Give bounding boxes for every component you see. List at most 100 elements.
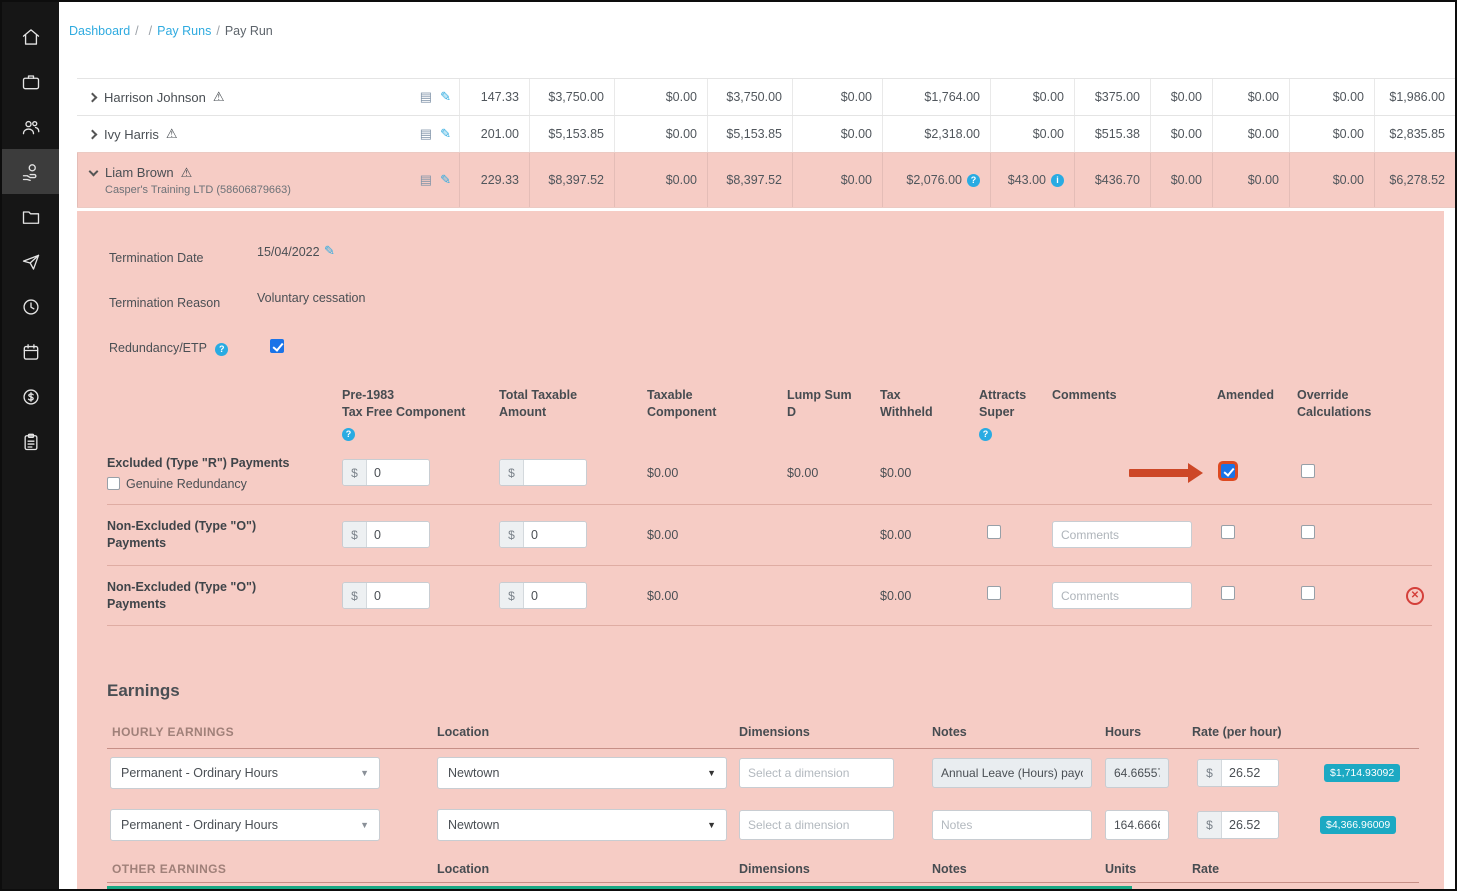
employee-name[interactable]: Ivy Harris: [104, 127, 159, 142]
app-window: Dashboard//Pay Runs/Pay Run Harrison Joh…: [0, 0, 1457, 891]
help-icon[interactable]: ?: [979, 428, 992, 441]
override-calculations-checkbox[interactable]: [1301, 586, 1315, 600]
location-select[interactable]: Newtown ▼: [437, 809, 727, 841]
dimension-input[interactable]: [739, 758, 894, 788]
rate-input[interactable]: [1222, 760, 1278, 786]
header-location: Location: [437, 862, 489, 876]
cell-amount: $5,153.85: [529, 116, 614, 152]
pre1983-input[interactable]: [367, 460, 429, 485]
info-icon[interactable]: i: [1051, 174, 1064, 187]
pay-category-select[interactable]: Permanent - Ordinary Hours▼: [110, 757, 380, 789]
header-amended: Amended: [1217, 387, 1297, 404]
total-taxable-input-group: $: [499, 582, 587, 609]
edit-pencil-icon[interactable]: ✎: [440, 89, 451, 105]
sidebar-item-employees[interactable]: [2, 104, 59, 149]
help-icon[interactable]: ?: [967, 174, 980, 187]
edit-pencil-icon[interactable]: ✎: [324, 243, 335, 259]
sidebar-item-leave[interactable]: [2, 239, 59, 284]
hourly-earning-row: Permanent - Ordinary Hours▼ Newtown▼ $ $…: [77, 809, 1444, 843]
help-icon[interactable]: ?: [215, 343, 228, 356]
sidebar-item-business[interactable]: [2, 59, 59, 104]
sidebar-item-reports[interactable]: [2, 419, 59, 464]
chevron-down-icon: ▼: [360, 820, 369, 830]
sidebar-item-payroll[interactable]: [2, 149, 59, 194]
chevron-down-icon: ▼: [707, 820, 716, 830]
etp-row-excluded-r: Excluded (Type "R") Payments Genuine Red…: [107, 442, 1432, 505]
override-calculations-checkbox[interactable]: [1301, 464, 1315, 478]
total-taxable-input[interactable]: [524, 522, 586, 547]
comments-input[interactable]: [1052, 582, 1192, 609]
rate-input[interactable]: [1222, 812, 1278, 838]
notes-input[interactable]: [932, 810, 1092, 840]
dimension-input[interactable]: [739, 810, 894, 840]
etp-header-row: Pre-1983Tax Free Component? Total Taxabl…: [107, 387, 1432, 442]
hours-input[interactable]: [1105, 758, 1169, 788]
total-taxable-input[interactable]: [524, 583, 586, 608]
edit-pencil-icon[interactable]: ✎: [440, 126, 451, 142]
employee-row-liam-expanded[interactable]: Liam Brown ⚠ Casper's Training LTD (5860…: [77, 152, 1455, 208]
chevron-down-icon[interactable]: [89, 166, 99, 176]
total-taxable-input[interactable]: [524, 460, 586, 485]
pay-category-value: Permanent - Ordinary Hours: [121, 766, 278, 780]
breadcrumb-pay-runs[interactable]: Pay Runs: [157, 24, 211, 38]
edit-pencil-icon[interactable]: ✎: [440, 172, 451, 188]
cell-amount: $3,750.00: [707, 79, 792, 115]
sidebar-item-billing[interactable]: [2, 374, 59, 419]
genuine-redundancy-checkbox[interactable]: [107, 477, 120, 490]
employee-row-harrison[interactable]: Harrison Johnson ⚠ ▤ ✎ 147.33 $3,750.00 …: [77, 78, 1455, 115]
payroll-hand-icon: [21, 162, 41, 182]
pre1983-input[interactable]: [367, 583, 429, 608]
location-value: Newtown: [448, 818, 499, 832]
pay-slip-grid-icon[interactable]: ▤: [420, 172, 432, 188]
breadcrumb-dashboard[interactable]: Dashboard: [69, 24, 130, 38]
hourly-earning-row: Permanent - Ordinary Hours▼ Newtown▼ $ $…: [77, 757, 1444, 791]
warning-icon: ⚠: [166, 126, 178, 142]
divider: [107, 748, 1419, 749]
pay-slip-grid-icon[interactable]: ▤: [420, 89, 432, 105]
pre1983-input-group: $: [342, 582, 430, 609]
chevron-right-icon[interactable]: [88, 129, 98, 139]
etp-table: Pre-1983Tax Free Component? Total Taxabl…: [107, 387, 1432, 626]
lump-sum-d-value: $0.00: [787, 466, 880, 480]
notes-input[interactable]: [932, 758, 1092, 788]
comments-input[interactable]: [1052, 521, 1192, 548]
redundancy-etp-checkbox[interactable]: [270, 339, 284, 353]
amended-checkbox[interactable]: [1221, 464, 1235, 478]
amended-checkbox[interactable]: [1221, 586, 1235, 600]
sidebar-item-home[interactable]: [2, 14, 59, 59]
cell-amount: $3,750.00: [529, 79, 614, 115]
override-calculations-checkbox[interactable]: [1301, 525, 1315, 539]
pay-category-select[interactable]: Permanent - Ordinary Hours▼: [110, 809, 380, 841]
cell-amount: $0.00: [1289, 79, 1374, 115]
employee-row-ivy[interactable]: Ivy Harris ⚠ ▤ ✎ 201.00 $5,153.85 $0.00 …: [77, 115, 1455, 152]
breadcrumb-current: Pay Run: [225, 24, 273, 38]
breadcrumb-separator: /: [149, 24, 152, 38]
pay-slip-grid-icon[interactable]: ▤: [420, 126, 432, 142]
delete-row-icon[interactable]: ✕: [1406, 587, 1424, 605]
employee-name[interactable]: Liam Brown: [105, 165, 174, 180]
sidebar-item-timesheets[interactable]: [2, 284, 59, 329]
annotation-arrow: [1129, 463, 1203, 483]
chevron-right-icon[interactable]: [88, 92, 98, 102]
header-override: OverrideCalculations: [1297, 387, 1392, 421]
hours-input[interactable]: [1105, 810, 1169, 840]
divider: [107, 882, 1419, 883]
amended-checkbox[interactable]: [1221, 525, 1235, 539]
currency-prefix: $: [500, 583, 524, 608]
attracts-super-checkbox[interactable]: [987, 525, 1001, 539]
attracts-super-checkbox[interactable]: [987, 586, 1001, 600]
cell-amount: $8,397.52: [529, 153, 614, 207]
genuine-redundancy-option[interactable]: Genuine Redundancy: [107, 477, 334, 491]
cell-amount: $0.00: [1150, 116, 1212, 152]
location-select[interactable]: Newtown▼: [437, 757, 727, 789]
help-icon[interactable]: ?: [342, 428, 355, 441]
cell-amount: $1,764.00: [882, 79, 990, 115]
tax-withheld-value: $0.00: [880, 528, 979, 542]
sidebar-item-documents[interactable]: [2, 194, 59, 239]
pre1983-input[interactable]: [367, 522, 429, 547]
sidebar-item-calendar[interactable]: [2, 329, 59, 374]
calendar-icon: [21, 342, 41, 362]
line-total-badge: $4,366.96009: [1320, 816, 1396, 834]
main-content: Dashboard//Pay Runs/Pay Run Harrison Joh…: [59, 2, 1455, 889]
employee-name[interactable]: Harrison Johnson: [104, 90, 206, 105]
